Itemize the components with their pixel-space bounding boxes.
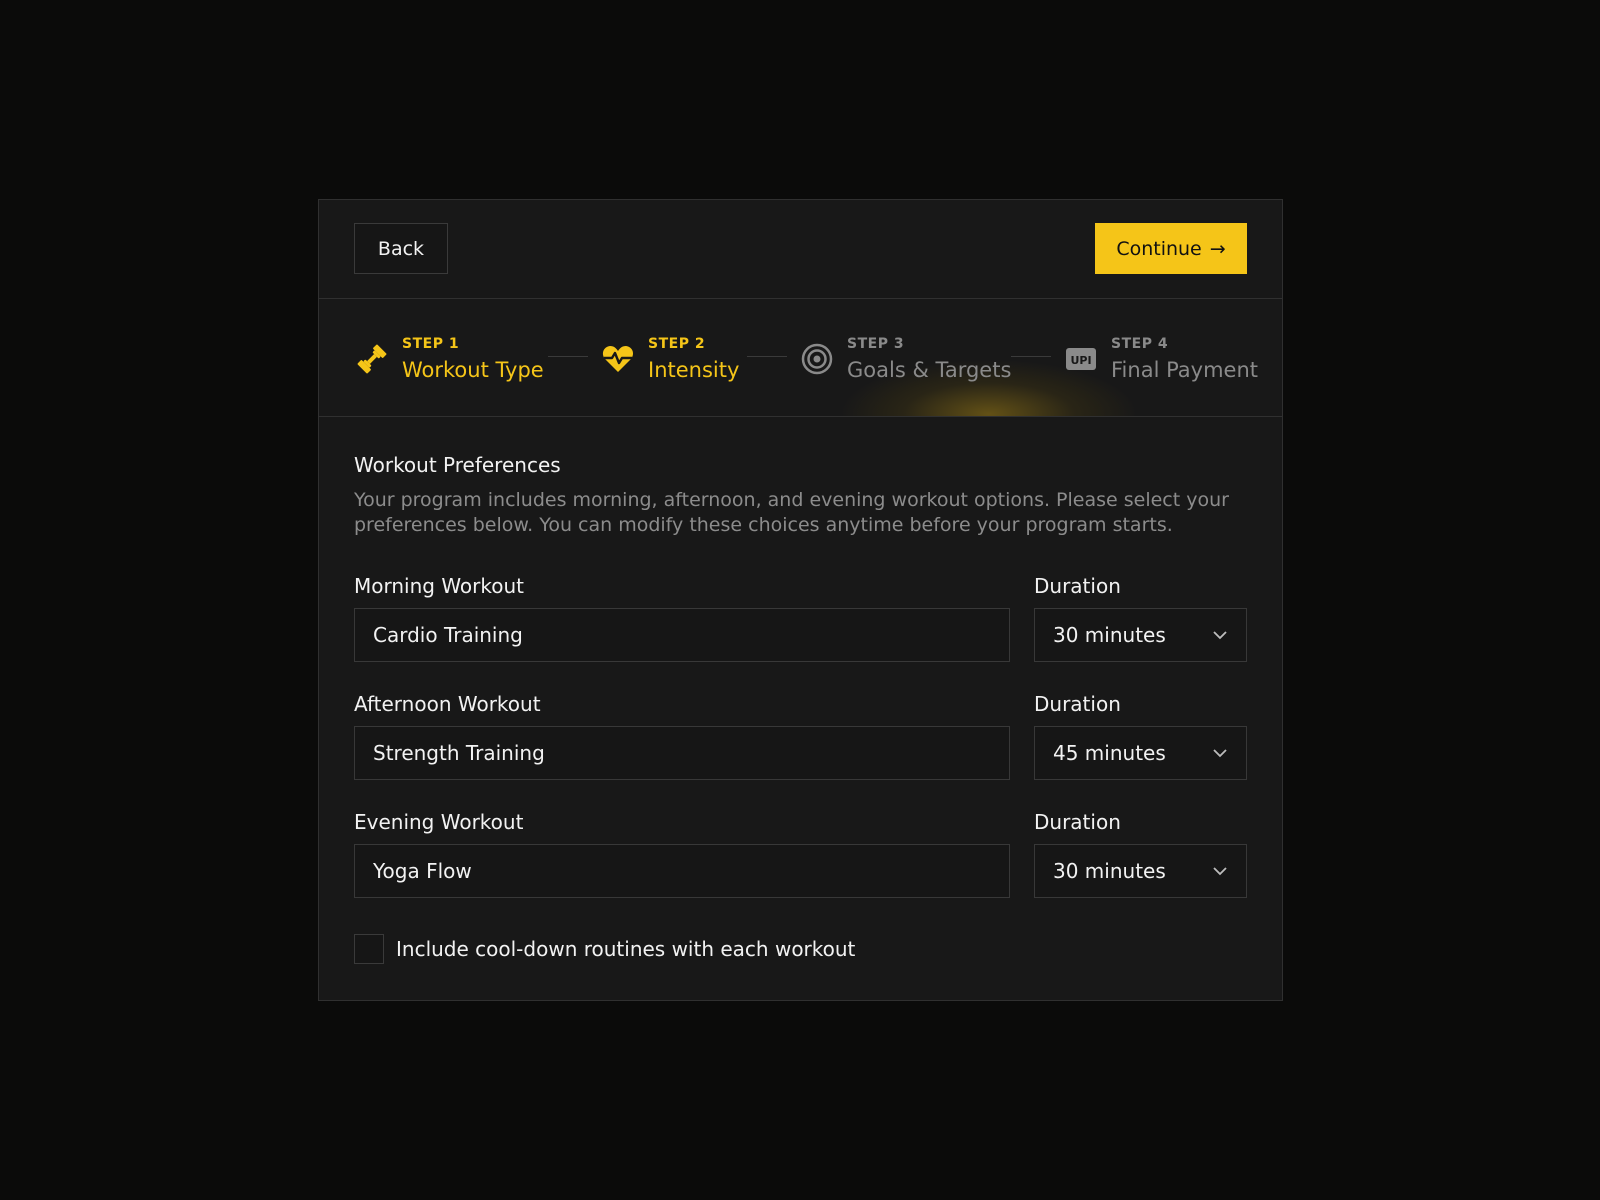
chevron-down-icon <box>1212 863 1228 879</box>
upi-icon: UPI <box>1063 341 1099 377</box>
back-button-label: Back <box>377 237 425 260</box>
field-label: Afternoon Workout <box>354 692 541 716</box>
step-title: Workout Type <box>402 358 544 382</box>
afternoon-workout-input[interactable]: Strength Training <box>354 726 1010 780</box>
step-kicker: STEP 2 <box>648 336 706 352</box>
step-kicker: STEP 1 <box>402 336 460 352</box>
select-value: 30 minutes <box>1053 623 1166 647</box>
workout-row-afternoon: Afternoon Workout Strength Training Dura… <box>354 692 1247 780</box>
cooldown-label[interactable]: Include cool-down routines with each wor… <box>396 937 855 961</box>
step-title: Final Payment <box>1111 358 1259 382</box>
workout-row-evening: Evening Workout Yoga Flow Duration 30 mi… <box>354 810 1247 898</box>
field-label: Evening Workout <box>354 810 524 834</box>
back-button[interactable]: Back <box>354 223 448 274</box>
step-intensity[interactable]: STEP 2 Intensity <box>600 335 739 384</box>
step-kicker: STEP 3 <box>847 336 905 352</box>
evening-workout-input[interactable]: Yoga Flow <box>354 844 1010 898</box>
step-final-payment[interactable]: UPI STEP 4 Final Payment <box>1063 335 1258 384</box>
evening-duration-select[interactable]: 30 minutes <box>1034 844 1247 898</box>
select-value: 45 minutes <box>1053 741 1166 765</box>
select-value: 30 minutes <box>1053 859 1166 883</box>
cooldown-option: Include cool-down routines with each wor… <box>354 934 1247 964</box>
step-goals-targets[interactable]: STEP 3 Goals & Targets <box>799 335 1011 384</box>
chevron-down-icon <box>1212 745 1228 761</box>
input-value: Cardio Training <box>373 623 523 647</box>
form-content: Workout Preferences Your program include… <box>319 417 1282 964</box>
arrow-right-icon: → <box>1209 237 1226 260</box>
workout-row-morning: Morning Workout Cardio Training Duration… <box>354 574 1247 662</box>
step-connector <box>548 356 588 357</box>
target-icon <box>799 341 835 377</box>
step-kicker: STEP 4 <box>1111 336 1169 352</box>
afternoon-duration-select[interactable]: 45 minutes <box>1034 726 1247 780</box>
morning-workout-input[interactable]: Cardio Training <box>354 608 1010 662</box>
step-title: Goals & Targets <box>847 358 1012 382</box>
continue-button-label: Continue <box>1116 237 1202 260</box>
input-value: Strength Training <box>373 741 545 765</box>
upi-badge-text: UPI <box>1070 354 1091 367</box>
field-label: Duration <box>1034 574 1121 598</box>
cooldown-checkbox[interactable] <box>354 934 384 964</box>
chevron-down-icon <box>1212 627 1228 643</box>
progress-stepper: STEP 1 Workout Type STEP 2 Intensity STE… <box>319 299 1282 417</box>
step-connector <box>1011 356 1051 357</box>
field-label: Morning Workout <box>354 574 525 598</box>
dumbbell-icon <box>354 341 390 377</box>
step-workout-type[interactable]: STEP 1 Workout Type <box>354 335 544 384</box>
field-label: Duration <box>1034 810 1121 834</box>
section-description: Your program includes morning, afternoon… <box>354 489 1229 536</box>
section-title: Workout Preferences <box>354 453 561 477</box>
morning-duration-select[interactable]: 30 minutes <box>1034 608 1247 662</box>
wizard-card: Back Continue → STEP 1 Workout Type STEP… <box>318 199 1283 1001</box>
step-title: Intensity <box>648 358 740 382</box>
input-value: Yoga Flow <box>373 859 472 883</box>
heart-pulse-icon <box>600 341 636 377</box>
step-connector <box>747 356 787 357</box>
wizard-toolbar: Back Continue → <box>319 200 1282 299</box>
continue-button[interactable]: Continue → <box>1095 223 1247 274</box>
field-label: Duration <box>1034 692 1121 716</box>
